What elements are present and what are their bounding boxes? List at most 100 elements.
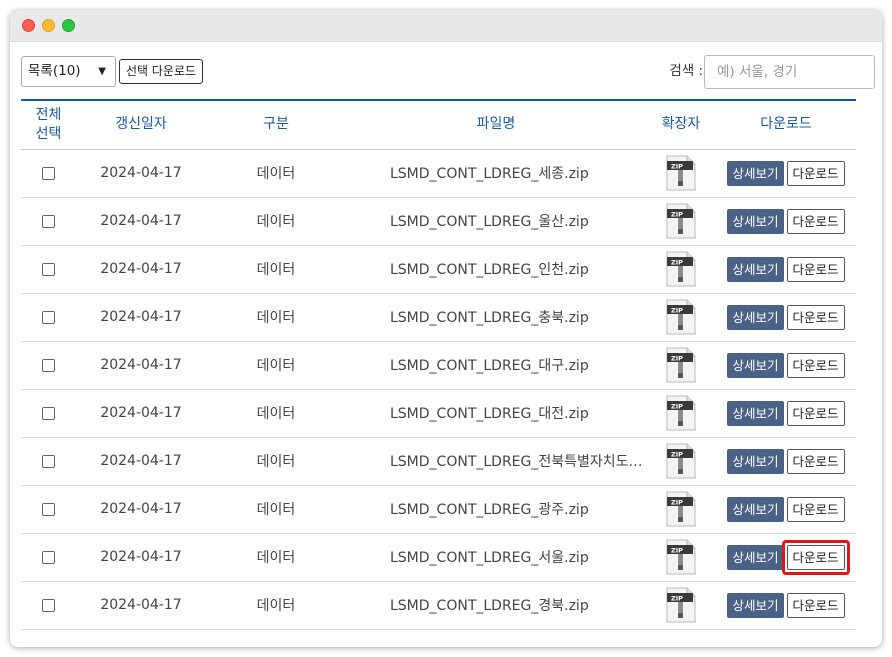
zip-file-icon: ZIP [665, 347, 697, 383]
row-category: 데이터 [256, 262, 296, 278]
detail-button[interactable]: 상세보기 [727, 352, 784, 378]
svg-text:ZIP: ZIP [671, 499, 683, 507]
row-checkbox[interactable] [42, 598, 55, 612]
detail-button[interactable]: 상세보기 [727, 448, 784, 474]
row-extension: ZIP [646, 581, 716, 629]
table-row: 2024-04-17 데이터 LSMD_CONT_LDREG_서울.zip ZIP 상세… [21, 533, 856, 581]
zip-file-icon: ZIP [665, 395, 697, 431]
download-button[interactable]: 다운로드 [786, 256, 845, 282]
header-date: 갱신일자 [76, 100, 206, 150]
close-window-button[interactable] [22, 19, 35, 32]
row-select-cell [21, 293, 76, 341]
row-filename: LSMD_CONT_LDREG_울산.zip [390, 214, 589, 230]
title-bar [10, 10, 882, 42]
row-extension: ZIP [646, 485, 716, 533]
row-checkbox[interactable] [42, 358, 55, 372]
row-date: 2024-04-17 [100, 597, 182, 613]
header-extension: 확장자 [646, 100, 716, 150]
row-checkbox[interactable] [42, 406, 55, 420]
row-checkbox[interactable] [42, 166, 55, 180]
detail-button[interactable]: 상세보기 [727, 544, 784, 570]
row-extension: ZIP [646, 293, 716, 341]
row-filename: LSMD_CONT_LDREG_세종.zip [390, 166, 589, 182]
header-filename: 파일명 [346, 100, 646, 150]
download-button[interactable]: 다운로드 [786, 160, 845, 186]
toolbar: 목록(10) ▼ 선택 다운로드 검색 : [21, 55, 875, 89]
minimize-window-button[interactable] [42, 19, 55, 32]
detail-button[interactable]: 상세보기 [727, 592, 784, 618]
detail-button[interactable]: 상세보기 [727, 496, 784, 522]
bulk-download-button[interactable]: 선택 다운로드 [119, 59, 204, 84]
row-actions: 상세보기 다운로드 [716, 437, 856, 485]
row-category: 데이터 [256, 214, 296, 230]
row-checkbox[interactable] [42, 214, 55, 228]
row-select-cell [21, 389, 76, 437]
row-date: 2024-04-17 [100, 549, 182, 565]
row-extension: ZIP [646, 149, 716, 197]
svg-text:ZIP: ZIP [671, 403, 683, 411]
highlight-box: 다운로드 [781, 539, 850, 575]
download-button[interactable]: 다운로드 [786, 304, 845, 330]
table-row: 2024-04-17 데이터 LSMD_CONT_LDREG_울산.zip ZIP 상세… [21, 197, 856, 245]
detail-button[interactable]: 상세보기 [727, 256, 784, 282]
row-category: 데이터 [256, 598, 296, 614]
detail-button[interactable]: 상세보기 [727, 400, 784, 426]
search-input[interactable] [704, 55, 875, 89]
header-download: 다운로드 [716, 100, 856, 150]
download-button[interactable]: 다운로드 [786, 544, 845, 570]
download-button[interactable]: 다운로드 [786, 496, 845, 522]
download-button[interactable]: 다운로드 [786, 208, 845, 234]
svg-text:ZIP: ZIP [671, 547, 683, 555]
row-filename: LSMD_CONT_LDREG_대구.zip [390, 358, 589, 374]
svg-text:ZIP: ZIP [671, 595, 683, 603]
row-extension: ZIP [646, 245, 716, 293]
row-filename: LSMD_CONT_LDREG_인천.zip [390, 262, 589, 278]
svg-text:ZIP: ZIP [671, 211, 683, 219]
row-select-cell [21, 341, 76, 389]
row-checkbox[interactable] [42, 262, 55, 276]
row-select-cell [21, 581, 76, 629]
row-select-cell [21, 485, 76, 533]
row-actions: 상세보기 다운로드 [716, 533, 856, 581]
row-extension: ZIP [646, 197, 716, 245]
row-extension: ZIP [646, 533, 716, 581]
zip-file-icon: ZIP [665, 203, 697, 239]
row-checkbox[interactable] [42, 550, 55, 564]
header-select-all-label: 선택 [35, 125, 62, 142]
row-category: 데이터 [256, 358, 296, 374]
row-extension: ZIP [646, 341, 716, 389]
zip-file-icon: ZIP [665, 443, 697, 479]
page-size-select[interactable]: 목록(10) ▼ [21, 56, 116, 87]
detail-button[interactable]: 상세보기 [727, 160, 784, 186]
row-category: 데이터 [256, 166, 296, 182]
header-category: 구분 [206, 100, 346, 150]
table-row: 2024-04-17 데이터 LSMD_CONT_LDREG_인천.zip ZIP 상세… [21, 245, 856, 293]
row-checkbox[interactable] [42, 502, 55, 516]
row-actions: 상세보기 다운로드 [716, 389, 856, 437]
download-button[interactable]: 다운로드 [786, 400, 845, 426]
row-actions: 상세보기 다운로드 [716, 485, 856, 533]
maximize-window-button[interactable] [62, 19, 75, 32]
zip-file-icon: ZIP [665, 251, 697, 287]
zip-file-icon: ZIP [665, 155, 697, 191]
row-checkbox[interactable] [42, 310, 55, 324]
download-button[interactable]: 다운로드 [786, 448, 845, 474]
row-checkbox[interactable] [42, 454, 55, 468]
search-label: 검색 : [669, 63, 703, 79]
row-category: 데이터 [256, 550, 296, 566]
detail-button[interactable]: 상세보기 [727, 304, 784, 330]
download-button[interactable]: 다운로드 [786, 352, 845, 378]
table-row: 2024-04-17 데이터 LSMD_CONT_LDREG_대구.zip ZIP 상세… [21, 341, 856, 389]
table-row: 2024-04-17 데이터 LSMD_CONT_LDREG_세종.zip ZIP 상세… [21, 149, 856, 197]
download-button[interactable]: 다운로드 [786, 592, 845, 618]
detail-button[interactable]: 상세보기 [727, 208, 784, 234]
zip-file-icon: ZIP [665, 539, 697, 575]
row-date: 2024-04-17 [100, 261, 182, 277]
row-select-cell [21, 197, 76, 245]
page-size-value: 목록(10) [28, 63, 81, 79]
row-actions: 상세보기 다운로드 [716, 149, 856, 197]
row-date: 2024-04-17 [100, 165, 182, 181]
header-select-all[interactable]: 전체 선택 [21, 100, 76, 150]
row-filename: LSMD_CONT_LDREG_대전.zip [390, 406, 589, 422]
table-header-row: 전체 선택 갱신일자 구분 파일명 확장자 다운로드 [21, 100, 856, 150]
